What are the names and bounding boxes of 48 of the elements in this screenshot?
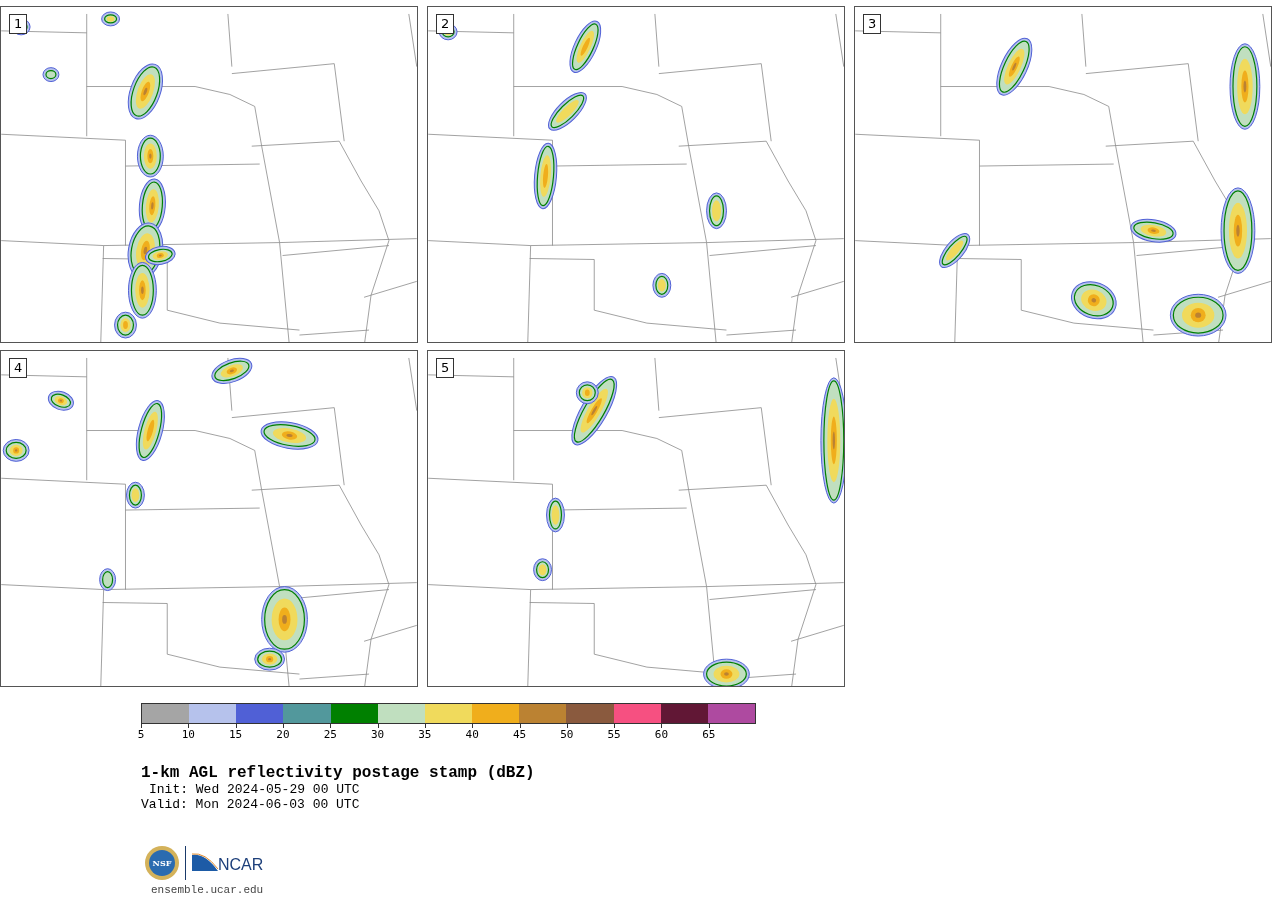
footer-url: ensemble.ucar.edu xyxy=(151,884,265,896)
tick-label: 50 xyxy=(560,728,574,741)
chart-title: 1-km AGL reflectivity postage stamp (dBZ) xyxy=(141,764,536,782)
radar-echo-drawing xyxy=(211,357,253,384)
radar-echo-drawing xyxy=(1130,218,1177,243)
radar-echo-drawing xyxy=(260,421,319,450)
radar-echo-drawing xyxy=(652,272,672,298)
radar-echo-drawing xyxy=(703,658,750,686)
radar-echo-drawing xyxy=(996,37,1033,96)
tick-label: 65 xyxy=(702,728,716,741)
tick-label: 10 xyxy=(181,728,195,741)
radar-echo-drawing xyxy=(127,63,163,120)
panel-number: 3 xyxy=(863,14,882,34)
radar-echo-drawing xyxy=(101,11,121,27)
init-time: Init: Wed 2024-05-29 00 UTC xyxy=(148,782,361,797)
tick-label: 45 xyxy=(512,728,527,741)
valid-time: Valid: Mon 2024-06-03 00 UTC xyxy=(141,797,361,812)
radar-echo-drawing xyxy=(136,134,164,178)
nsf-text: NSF xyxy=(149,850,175,876)
tick-label: 5 xyxy=(137,728,145,741)
panel-number: 5 xyxy=(436,358,455,378)
tick-label: 55 xyxy=(607,728,621,741)
tick-label: 40 xyxy=(465,728,479,741)
radar-echo-drawing xyxy=(42,67,60,83)
radar-echo-drawing xyxy=(135,400,165,461)
radar-echo-drawing xyxy=(569,20,602,73)
panel-number: 4 xyxy=(9,358,28,378)
radar-echo-drawing xyxy=(546,497,565,533)
tick-label: 20 xyxy=(276,728,290,741)
tick-label: 25 xyxy=(323,728,337,741)
radar-echo-drawing xyxy=(533,142,558,210)
tick-label: 30 xyxy=(370,728,385,741)
radar-echo-drawing xyxy=(939,233,971,268)
radar-echo-drawing xyxy=(548,91,587,131)
radar-echo-drawing xyxy=(99,568,117,592)
panel-number: 2 xyxy=(436,14,455,34)
radar-echo-drawing xyxy=(1169,293,1227,337)
radar-echo-drawing xyxy=(1071,281,1117,320)
radar-echo-drawing xyxy=(706,192,727,230)
ncar-swoosh-icon xyxy=(192,853,218,873)
tick-label: 35 xyxy=(418,728,432,741)
radar-echo-drawing xyxy=(47,390,74,411)
ncar-logo-text: NCAR xyxy=(218,857,264,873)
radar-echo-drawing xyxy=(2,438,30,462)
radar-echo-drawing xyxy=(126,481,145,509)
tick-label: 60 xyxy=(654,728,669,741)
tick-label: 15 xyxy=(229,728,243,741)
radar-echo-drawing xyxy=(533,558,552,582)
